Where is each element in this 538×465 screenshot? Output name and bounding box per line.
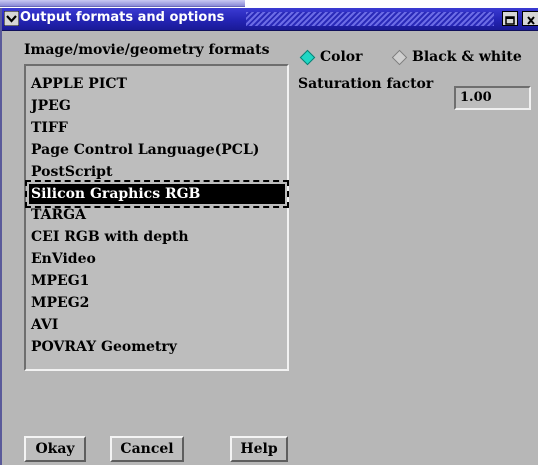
cancel-button[interactable]: Cancel xyxy=(110,436,184,462)
list-item[interactable]: MPEG1 xyxy=(29,271,285,291)
list-item[interactable]: JPEG xyxy=(29,96,285,116)
list-item[interactable]: Silicon Graphics RGB xyxy=(25,180,289,208)
saturation-label: Saturation factor xyxy=(298,76,434,92)
color-radio-label: Color xyxy=(320,49,363,65)
list-item[interactable]: Page Control Language(PCL) xyxy=(29,140,285,160)
list-item[interactable]: CEI RGB with depth xyxy=(29,227,285,247)
list-item[interactable]: TARGA xyxy=(29,205,285,225)
formats-list[interactable]: APPLE PICT JPEG TIFF Page Control Language(… xyxy=(24,64,289,371)
close-icon xyxy=(527,16,535,25)
list-item[interactable]: PostScript xyxy=(29,162,285,182)
list-item[interactable]: EnVideo xyxy=(29,249,285,269)
window-menu-icon[interactable] xyxy=(4,11,19,26)
help-button[interactable]: Help xyxy=(230,436,288,462)
list-item[interactable]: APPLE PICT xyxy=(29,74,285,94)
title-bar[interactable]: Output formats and options xyxy=(2,8,538,31)
window-title: Output formats and options xyxy=(20,10,225,25)
output-formats-dialog: Output formats and options Image/movie/g… xyxy=(0,8,538,465)
list-item[interactable]: AVI xyxy=(29,315,285,335)
maximize-button[interactable] xyxy=(502,11,518,26)
list-item[interactable]: MPEG2 xyxy=(29,293,285,313)
list-item[interactable]: POVRAY Geometry xyxy=(29,337,285,357)
radio-unselected-icon xyxy=(391,49,408,66)
maximize-icon xyxy=(505,16,515,25)
formats-header: Image/movie/geometry formats xyxy=(24,42,270,58)
background-window-bar xyxy=(0,0,245,7)
close-button[interactable] xyxy=(522,11,538,26)
radio-selected-icon xyxy=(299,49,316,66)
okay-button[interactable]: Okay xyxy=(24,436,86,462)
list-item[interactable]: TIFF xyxy=(29,118,285,138)
saturation-input[interactable]: 1.00 xyxy=(454,86,531,110)
black-white-radio-label: Black & white xyxy=(412,49,522,65)
title-hatch-decoration xyxy=(246,12,494,26)
